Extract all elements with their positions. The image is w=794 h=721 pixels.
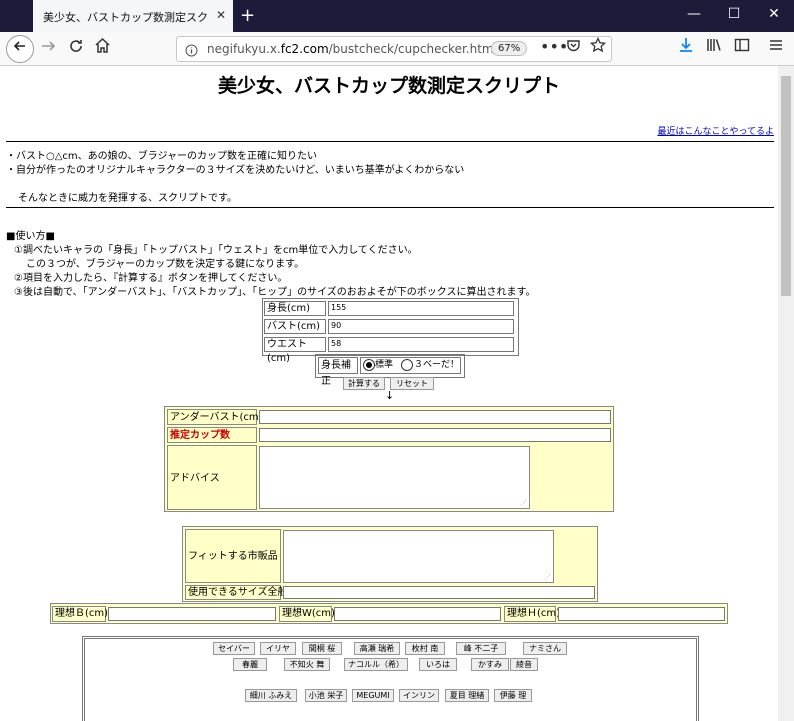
preset-button[interactable]: 夏目 理緒 (445, 689, 489, 702)
ideal-waist-output[interactable] (334, 607, 501, 621)
radio-3bade-label: ３ベーだ！ (414, 360, 460, 370)
tab-close-icon[interactable]: ✕ (216, 8, 226, 22)
correction-row: 身長補正 標準 ３ベーだ！ (315, 354, 465, 387)
bust-input[interactable]: 90 (328, 319, 514, 334)
product-panel: フィットする市販品 ⋰ 使用できるサイズ全般 (182, 526, 598, 602)
divider (6, 207, 774, 208)
info-icon[interactable] (185, 42, 198, 61)
underbust-label: アンダーバスト(cm) (167, 409, 263, 425)
howto-heading: ■使い方■ (6, 231, 55, 242)
more-actions-icon[interactable]: ••• (540, 37, 568, 56)
radio-standard-label: 標準 (375, 360, 394, 370)
url-text: negifukyu.x.fc2.com/bustcheck/cupchecker… (207, 42, 494, 56)
url-domain: fc2.com (280, 42, 329, 56)
window-close-icon[interactable]: ✕ (764, 6, 784, 22)
size-label: 使用できるサイズ全般 (185, 585, 288, 600)
menu-icon[interactable] (768, 37, 784, 57)
intro-line-3: そんなときに威力を発揮する、スクリプトです。 (18, 193, 237, 204)
radio-standard[interactable] (363, 359, 375, 371)
preset-button[interactable]: 不知火 舞 (284, 658, 330, 671)
library-icon[interactable] (706, 37, 722, 57)
preset-button[interactable]: イリヤ (260, 642, 296, 655)
howto-line-1: ①調べたいキャラの「身長」「トップバスト」「ウェスト」をcm単位で入力してくださ… (14, 245, 418, 256)
ideal-bust-label: 理想Ｂ(cm) (52, 606, 108, 622)
preset-button[interactable]: 峰 不二子 (456, 642, 506, 655)
page-title: 美少女、バストカップ数測定スクリプト (217, 75, 560, 97)
preset-button[interactable]: 伊藤 理 (494, 689, 532, 702)
height-label: 身長(cm) (264, 301, 326, 316)
preset-button[interactable]: ナコルル（希） (344, 658, 408, 671)
howto-line-4: ③後は自動で、「アンダーバスト」、「バストカップ」、「ヒップ」のサイズのおおよそ… (14, 287, 536, 298)
preset-button[interactable]: 綾音 (510, 658, 538, 671)
page-content: 美少女、バストカップ数測定スクリプト 最近はこんなことやってるよ ・バスト○△c… (0, 66, 778, 721)
preset-button[interactable]: 高瀬 瑞希 (354, 642, 400, 655)
bookmark-star-icon[interactable] (589, 36, 607, 57)
preset-button[interactable]: 細川 ふみえ (245, 689, 297, 702)
result-panel: アンダーバスト(cm) 推定カップ数 アドバイス ⋰ (164, 406, 614, 512)
reset-button[interactable]: リセット (390, 377, 434, 390)
ideal-sizes-row: 理想Ｂ(cm) 理想W(cm) 理想Ｈ(cm) (50, 603, 728, 624)
size-output[interactable] (283, 586, 595, 599)
intro-line-1: ・バスト○△cm、あの娘の、ブラジャーのカップ数を正確に知りたい (6, 151, 317, 162)
howto-line-2: この３つが、ブラジャーのカップ数を決定する鍵になります。 (26, 259, 305, 270)
preset-button[interactable]: ナミさん (523, 642, 567, 655)
height-input[interactable]: 155 (328, 301, 514, 316)
maximize-icon[interactable]: ☐ (724, 6, 744, 22)
waist-input[interactable]: 58 (328, 337, 514, 352)
correction-options: 標準 ３ベーだ！ (360, 357, 461, 374)
input-table: 身長(cm) 155 バスト(cm) 90 ウエスト(cm) 58 (262, 298, 519, 364)
browser-titlebar: 美少女、バストカップ数測定スクリプト 0 ✕ + — ☐ ✕ (0, 0, 794, 32)
preset-button[interactable]: いろは (419, 658, 457, 671)
preset-panel: セイバー イリヤ 間桐 桜 高瀬 瑞希 枚村 南 峰 不二子 ナミさん 春麗 不… (82, 636, 699, 721)
sidebar-icon[interactable] (734, 37, 750, 57)
preset-button[interactable]: MEGUMI (352, 689, 394, 702)
browser-tab[interactable]: 美少女、バストカップ数測定スクリプト 0 ✕ (33, 0, 233, 32)
minimize-icon[interactable]: — (684, 6, 704, 22)
advice-label: アドバイス (167, 445, 257, 510)
preset-button[interactable]: セイバー (213, 642, 255, 655)
underbust-output[interactable] (259, 410, 611, 424)
calculate-button[interactable]: 計算する (343, 377, 385, 390)
preset-button[interactable]: インリン (399, 689, 439, 702)
preset-button[interactable]: 枚村 南 (405, 642, 445, 655)
preset-button[interactable]: 小池 栄子 (305, 689, 347, 702)
new-tab-icon[interactable]: + (240, 5, 255, 26)
advice-textarea[interactable]: ⋰ (259, 446, 530, 509)
cup-output[interactable] (259, 428, 611, 442)
ideal-hip-output[interactable] (558, 607, 725, 621)
fit-product-textarea[interactable]: ⋰ (283, 530, 554, 583)
preset-button[interactable]: 春麗 (233, 658, 267, 671)
reload-icon[interactable] (68, 38, 84, 58)
cup-label: 推定カップ数 (167, 427, 257, 443)
pocket-icon[interactable] (566, 38, 581, 57)
download-icon[interactable] (678, 37, 694, 57)
correction-label: 身長補正 (318, 357, 358, 387)
fit-product-label: フィットする市販品 (185, 529, 281, 583)
resize-grip-icon[interactable]: ⋰ (520, 499, 527, 507)
scrollbar-thumb[interactable] (781, 76, 791, 296)
preset-button[interactable]: かすみ (471, 658, 509, 671)
ideal-waist-label: 理想W(cm) (279, 606, 335, 622)
url-path: /bustcheck/cupchecker.htm (328, 42, 494, 56)
radio-3bade[interactable] (401, 359, 413, 371)
back-arrow-icon[interactable] (6, 35, 34, 63)
home-icon[interactable] (94, 37, 111, 58)
url-host: negifukyu.x. (207, 42, 281, 56)
divider (6, 141, 774, 142)
howto-line-3: ②項目を入力したら、『計算する』ボタンを押してください。 (14, 273, 288, 284)
arrow-down: ↓ (385, 389, 395, 402)
resize-grip-icon[interactable]: ⋰ (544, 573, 551, 581)
ideal-bust-output[interactable] (108, 607, 276, 621)
bust-label: バスト(cm) (264, 319, 326, 334)
intro-line-2: ・自分が作ったのオリジナルキャラクターの３サイズを決めたいけど、いまいち基準がよ… (6, 165, 465, 176)
ideal-hip-label: 理想Ｈ(cm) (504, 606, 560, 622)
preset-button[interactable]: 間桐 桜 (302, 642, 342, 655)
waist-label: ウエスト(cm) (264, 337, 326, 364)
zoom-indicator[interactable]: 67% (491, 41, 528, 56)
navigation-toolbar: negifukyu.x.fc2.com/bustcheck/cupchecker… (0, 32, 794, 66)
vertical-scrollbar[interactable] (778, 66, 794, 721)
recent-activity-link[interactable]: 最近はこんなことやってるよ (657, 124, 774, 137)
tab-title: 美少女、バストカップ数測定スクリプト 0 (43, 11, 208, 24)
forward-arrow-icon[interactable] (40, 38, 56, 58)
